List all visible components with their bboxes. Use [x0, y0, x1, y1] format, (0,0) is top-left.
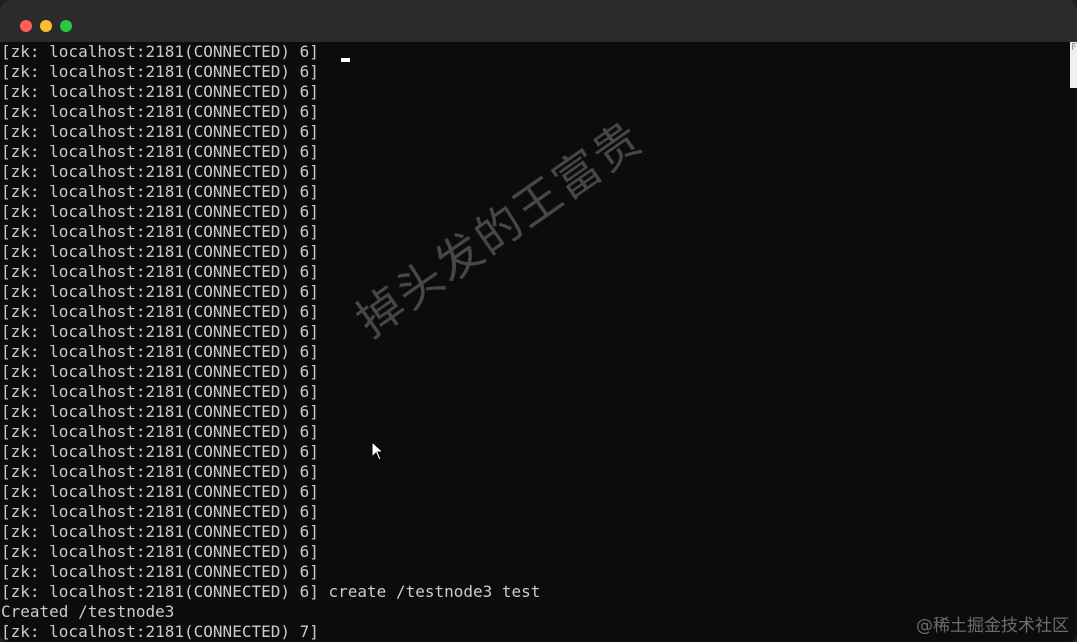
- terminal-window: [zk: localhost:2181(CONNECTED) 6] [zk: lo…: [0, 0, 1077, 642]
- terminal-line: [zk: localhost:2181(CONNECTED) 6]: [1, 462, 319, 481]
- close-icon[interactable]: [20, 20, 32, 32]
- terminal-line: [zk: localhost:2181(CONNECTED) 7]: [1, 622, 319, 641]
- terminal-line: [zk: localhost:2181(CONNECTED) 6]: [1, 142, 319, 161]
- scrollbar[interactable]: [1070, 42, 1077, 642]
- terminal-line: [zk: localhost:2181(CONNECTED) 6]: [1, 522, 319, 541]
- maximize-icon[interactable]: [60, 20, 72, 32]
- terminal-line: [zk: localhost:2181(CONNECTED) 6]: [1, 502, 319, 521]
- terminal-line: [zk: localhost:2181(CONNECTED) 6]: [1, 322, 319, 341]
- terminal-line: [zk: localhost:2181(CONNECTED) 6]: [1, 162, 319, 181]
- mouse-pointer-icon: [371, 441, 385, 461]
- terminal-lines: [zk: localhost:2181(CONNECTED) 6] [zk: lo…: [1, 42, 540, 642]
- terminal-line: [zk: localhost:2181(CONNECTED) 6]: [1, 382, 319, 401]
- terminal-line: [zk: localhost:2181(CONNECTED) 6]: [1, 402, 319, 421]
- title-bar[interactable]: [0, 0, 1077, 42]
- terminal-line: [zk: localhost:2181(CONNECTED) 6] create…: [1, 582, 541, 601]
- terminal-line: [zk: localhost:2181(CONNECTED) 6]: [1, 442, 319, 461]
- terminal-line: [zk: localhost:2181(CONNECTED) 6]: [1, 122, 319, 141]
- terminal-line: [zk: localhost:2181(CONNECTED) 6]: [1, 482, 319, 501]
- text-cursor: [341, 58, 350, 62]
- terminal-line: [zk: localhost:2181(CONNECTED) 6]: [1, 342, 319, 361]
- credit-watermark: @稀土掘金技术社区: [916, 616, 1069, 636]
- terminal-line: [zk: localhost:2181(CONNECTED) 6]: [1, 182, 319, 201]
- terminal-line: [zk: localhost:2181(CONNECTED) 6]: [1, 62, 319, 81]
- terminal-line: [zk: localhost:2181(CONNECTED) 6]: [1, 82, 319, 101]
- terminal-line: [zk: localhost:2181(CONNECTED) 6]: [1, 362, 319, 381]
- terminal-line: [zk: localhost:2181(CONNECTED) 6]: [1, 562, 319, 581]
- terminal-line: [zk: localhost:2181(CONNECTED) 6]: [1, 42, 319, 61]
- terminal-line: [zk: localhost:2181(CONNECTED) 6]: [1, 422, 319, 441]
- scrollbar-mark: F: [1071, 42, 1077, 53]
- terminal-line: [zk: localhost:2181(CONNECTED) 6]: [1, 542, 319, 561]
- terminal-line: [zk: localhost:2181(CONNECTED) 6]: [1, 302, 319, 321]
- terminal-output[interactable]: [zk: localhost:2181(CONNECTED) 6] [zk: lo…: [0, 42, 1070, 642]
- terminal-line: Created /testnode3: [1, 602, 175, 621]
- minimize-icon[interactable]: [40, 20, 52, 32]
- terminal-line: [zk: localhost:2181(CONNECTED) 6]: [1, 102, 319, 121]
